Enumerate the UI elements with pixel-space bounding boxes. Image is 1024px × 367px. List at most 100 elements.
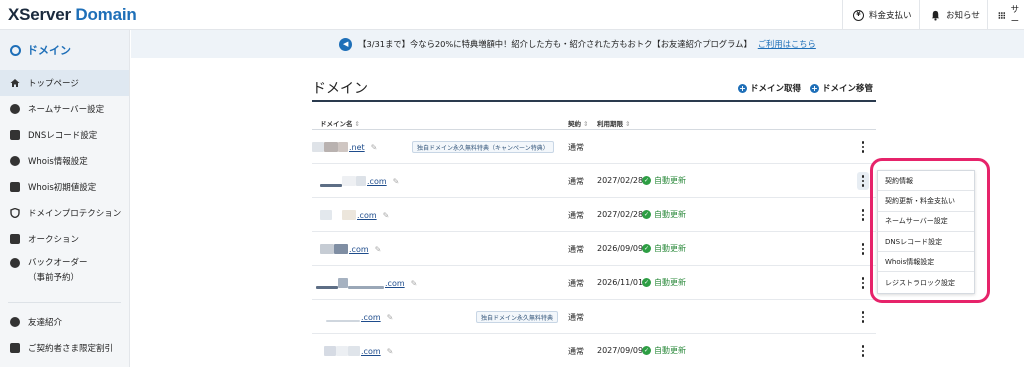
sidebar-item-friend-referral[interactable]: 友達紹介	[0, 309, 129, 335]
sidebar-item-nameserver[interactable]: ネームサーバー設定	[0, 96, 129, 122]
row-menu-button-open[interactable]	[857, 172, 869, 190]
row-menu-button[interactable]	[860, 342, 866, 360]
expiry-date: 2027/02/28	[597, 210, 644, 219]
sidebar-section-title[interactable]: ドメイン	[0, 30, 129, 70]
user-icon	[10, 317, 20, 327]
auto-renew-status: ✓ 自動更新	[642, 346, 686, 355]
row-action-dropdown: 契約情報 契約更新・料金支払い ネームサーバー設定 DNSレコード設定 Whoi…	[877, 170, 975, 294]
notice-banner: ◀ 【3/31まで】今なら20%に特典増額中！紹介した方も・紹介された方もおトク…	[131, 30, 1024, 58]
home-icon	[10, 79, 20, 87]
contract-type: 通常	[568, 177, 584, 186]
sidebar-item-domain-protection[interactable]: ドメインプロテクション	[0, 200, 129, 226]
gavel-icon	[10, 234, 20, 244]
expiry-date: 2027/02/28	[597, 176, 644, 185]
pencil-icon[interactable]: ✎	[375, 245, 382, 254]
expiry-date: 2026/09/09	[597, 244, 644, 253]
whois-icon	[10, 156, 20, 166]
domain-link[interactable]: .com	[367, 177, 387, 186]
contract-type: 通常	[568, 313, 584, 322]
grid-icon	[998, 11, 1006, 19]
sidebar-item-top-page[interactable]: トップページ	[0, 70, 129, 96]
sidebar-divider	[8, 302, 121, 303]
menu-item-renewal-payment[interactable]: 契約更新・料金支払い	[878, 191, 974, 212]
menu-item-registrar-lock[interactable]: レジストラロック設定	[878, 272, 974, 292]
domain-link[interactable]: .com	[385, 279, 405, 288]
row-menu-button[interactable]	[860, 206, 866, 224]
menu-item-nameserver[interactable]: ネームサーバー設定	[878, 212, 974, 232]
row-menu-button[interactable]	[860, 274, 866, 292]
payment-button[interactable]: ¥ 料金支払い	[842, 0, 922, 30]
sidebar-item-whois-default[interactable]: Whois初期値設定	[0, 174, 129, 200]
check-icon: ✓	[642, 176, 651, 185]
contract-type: 通常	[568, 143, 584, 152]
menu-item-dns-record[interactable]: DNSレコード設定	[878, 232, 974, 253]
sidebar-item-dns[interactable]: DNSレコード設定	[0, 122, 129, 148]
contract-type: 通常	[568, 211, 584, 220]
check-icon: ✓	[642, 278, 651, 287]
table-row: .net ✎ 独自ドメイン永久無料特典（キャンペーン特典） 通常	[312, 130, 876, 164]
check-icon: ✓	[642, 210, 651, 219]
discount-icon	[10, 343, 20, 353]
shield-icon	[10, 208, 20, 218]
column-contract[interactable]: 契約 ⇕	[568, 118, 588, 128]
contract-type: 通常	[568, 245, 584, 254]
domain-link[interactable]: .net	[349, 143, 365, 152]
table-row: .com ✎ 通常 2027/02/28 ✓ 自動更新	[312, 164, 876, 198]
contract-type: 通常	[568, 347, 584, 356]
document-icon	[10, 182, 20, 192]
contract-type: 通常	[568, 279, 584, 288]
domain-cell: .com ✎	[326, 300, 393, 334]
sidebar-item-member-discount[interactable]: ご契約者さま限定割引	[0, 335, 129, 361]
transfer-domain-button[interactable]: + ドメイン移管	[810, 82, 873, 94]
domain-globe-icon	[10, 44, 21, 56]
pencil-icon[interactable]: ✎	[371, 143, 378, 152]
expiry-date: 2027/09/09	[597, 346, 644, 355]
table-row: .com ✎ 通常 2027/09/09 ✓ 自動更新	[312, 334, 876, 367]
page-title: ドメイン	[312, 81, 368, 97]
pencil-icon[interactable]: ✎	[387, 347, 394, 356]
sidebar-item-whois[interactable]: Whois情報設定	[0, 148, 129, 174]
pencil-icon[interactable]: ✎	[393, 177, 400, 186]
menu-item-whois[interactable]: Whois情報設定	[878, 252, 974, 273]
domain-link[interactable]: .com	[361, 313, 381, 322]
row-menu-button[interactable]	[860, 308, 866, 326]
backorder-icon	[10, 258, 20, 268]
auto-renew-status: ✓ 自動更新	[642, 210, 686, 219]
table-row: .com ✎ 通常 2026/11/01 ✓ 自動更新	[312, 266, 876, 300]
logo[interactable]: XServer Domain	[8, 5, 137, 25]
sidebar-item-backorder[interactable]: バックオーダー （事前予約）	[0, 252, 129, 288]
pencil-icon[interactable]: ✎	[387, 313, 394, 322]
domain-cell: .com ✎	[320, 198, 389, 232]
menu-item-contract-info[interactable]: 契約情報	[878, 171, 974, 192]
column-domain[interactable]: ドメイン名 ⇕	[320, 118, 360, 128]
services-menu-button[interactable]: サー	[987, 0, 1024, 30]
auto-renew-status: ✓ 自動更新	[642, 278, 686, 287]
notice-link[interactable]: ご利用はこちら	[758, 38, 816, 50]
domain-link[interactable]: .com	[357, 211, 377, 220]
top-bar: XServer Domain ¥ 料金支払い お知らせ サー	[0, 0, 1024, 30]
news-button[interactable]: お知らせ	[919, 0, 990, 30]
auto-renew-status: ✓ 自動更新	[642, 176, 686, 185]
domain-link[interactable]: .com	[349, 245, 369, 254]
domain-cell: .com ✎	[316, 266, 417, 300]
sidebar-item-auction[interactable]: オークション	[0, 226, 129, 252]
promo-badge: 独自ドメイン永久無料特典	[476, 311, 559, 323]
acquire-domain-button[interactable]: + ドメイン取得	[738, 82, 801, 94]
domain-cell: .com ✎	[324, 334, 393, 367]
globe-icon	[10, 104, 20, 114]
domain-link[interactable]: .com	[361, 347, 381, 356]
domain-cell: .com ✎	[320, 232, 381, 266]
pencil-icon[interactable]: ✎	[411, 279, 418, 288]
row-menu-button[interactable]	[860, 240, 866, 258]
megaphone-icon: ◀	[339, 37, 353, 51]
table-row: .com ✎ 通常 2027/02/28 ✓ 自動更新	[312, 198, 876, 232]
server-icon	[10, 130, 20, 140]
column-expiry[interactable]: 利用期限 ⇕	[597, 118, 630, 128]
table-row: .com ✎ 独自ドメイン永久無料特典 通常	[312, 300, 876, 334]
row-menu-button[interactable]	[860, 138, 866, 156]
expiry-date: 2026/11/01	[597, 278, 644, 287]
sidebar: ドメイン トップページ ネームサーバー設定 DNSレコード設定 Whois情報設…	[0, 30, 130, 367]
check-icon: ✓	[642, 346, 651, 355]
pencil-icon[interactable]: ✎	[383, 211, 390, 220]
yen-icon: ¥	[853, 9, 864, 21]
